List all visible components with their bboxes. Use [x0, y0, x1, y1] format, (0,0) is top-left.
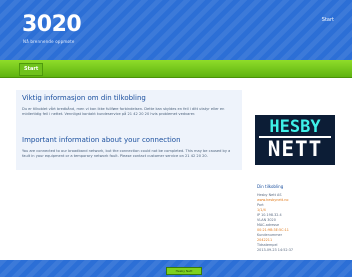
sidebar-line: MAC-adresse: [257, 223, 280, 227]
heading-norwegian: Viktig informasjon om din tilkobling: [22, 94, 146, 102]
sidebar-link[interactable]: www.hesbynett.no: [257, 198, 288, 202]
sidebar-line: 00:21:9B:3E:5C:11: [257, 228, 289, 232]
brand-logo-bottom: NETT: [267, 137, 323, 161]
sidebar-line: 2042211: [257, 238, 273, 242]
sidebar-line: Hesby Nett AS: [257, 193, 282, 197]
brand-logo: HESBY NETT: [255, 115, 335, 165]
brand-logo-top: HESBY: [269, 117, 321, 137]
footer-badge[interactable]: Hesby Nett: [166, 267, 202, 275]
paragraph-english: You are connected to our broadband netwo…: [22, 149, 231, 158]
nav-item-start[interactable]: Start: [19, 63, 44, 76]
sidebar-line: VLAN 3020: [257, 218, 276, 222]
sidebar-line: 1/1/4: [257, 208, 266, 212]
sidebar-line: Kundenummer: [257, 233, 282, 237]
sidebar-line: Tidsstempel: [257, 243, 278, 247]
sidebar-line: Port: [257, 203, 264, 207]
top-start-link[interactable]: Start: [322, 17, 334, 23]
heading-english: Important information about your connect…: [22, 136, 181, 144]
paragraph-norwegian: Du er tilkoblet vårt bredbånd, men vi ka…: [22, 107, 225, 116]
site-subtitle: Nå brennende oppmøte: [23, 39, 75, 44]
sidebar-line: 2013-09-23 14:52:37: [257, 248, 294, 252]
nav-bar: [0, 60, 352, 78]
sidebar-title: Din tilkobling: [257, 184, 284, 189]
sidebar-line: IP 10.198.32.4: [257, 213, 282, 217]
site-title: 3020: [22, 12, 82, 37]
